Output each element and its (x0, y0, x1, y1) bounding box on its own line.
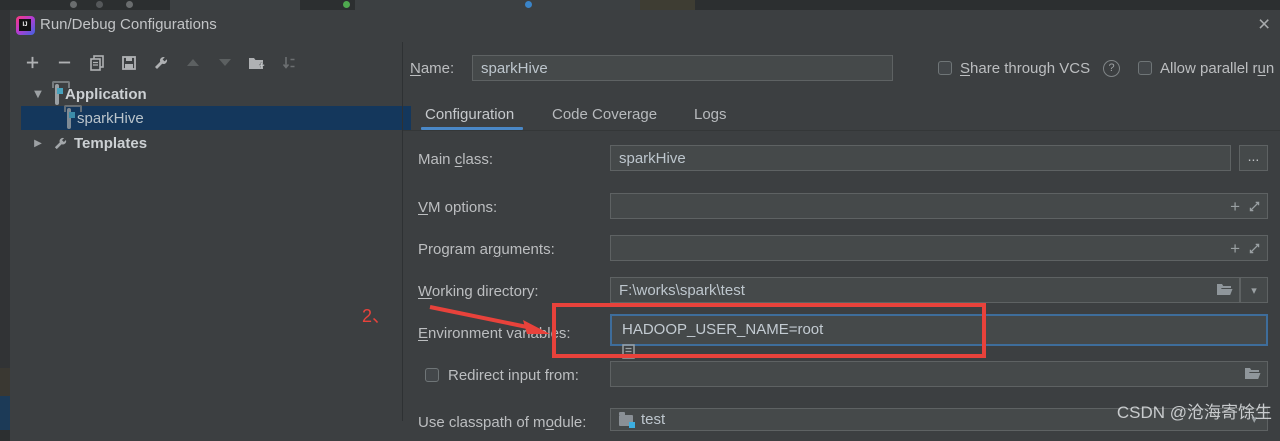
remove-icon[interactable] (56, 54, 73, 71)
tree-item-sparkhive-selected[interactable]: sparkHive (21, 106, 411, 130)
tab-logs[interactable]: Logs (694, 106, 727, 123)
background-icon (525, 1, 532, 8)
main-class-label: Main class: (418, 151, 494, 168)
environment-variables-input[interactable]: HADOOP_USER_NAME=root (610, 314, 1268, 359)
help-icon[interactable]: ? (1103, 60, 1120, 77)
intellij-logo-icon: IJ (16, 16, 35, 35)
background-icon (96, 1, 103, 8)
browse-variables-list-icon[interactable] (622, 344, 1256, 359)
background-icon (70, 1, 77, 8)
share-through-vcs-label: Share through VCS (960, 60, 1091, 77)
open-folder-icon[interactable] (1244, 367, 1261, 381)
close-icon[interactable]: × (1258, 14, 1270, 35)
templates-wrench-icon (53, 136, 68, 151)
application-type-icon (67, 107, 71, 129)
save-icon[interactable] (120, 54, 137, 71)
copy-icon[interactable] (88, 54, 105, 71)
panel-divider (402, 42, 403, 421)
sort-alphabetically-icon (280, 54, 297, 71)
program-arguments-input[interactable]: + (610, 235, 1268, 261)
working-directory-label: Working directory: (418, 283, 539, 300)
chevron-down-icon: ▾ (1251, 283, 1257, 297)
tree-item-application[interactable]: ▼ Application (21, 82, 411, 106)
redirect-input-checkbox[interactable] (425, 368, 439, 382)
background-ide-top-strip (0, 0, 1280, 10)
name-label: Name: (410, 60, 455, 77)
chevron-down-icon: ▾ (1251, 412, 1257, 426)
add-icon[interactable]: + (1230, 240, 1240, 257)
application-type-icon (55, 83, 59, 105)
configurations-toolbar (24, 54, 297, 71)
add-icon[interactable] (24, 54, 41, 71)
tree-item-label: sparkHive (77, 109, 144, 127)
edit-defaults-wrench-icon[interactable] (152, 54, 169, 71)
expand-field-icon[interactable] (1248, 242, 1261, 255)
redirect-input-label: Redirect input from: (448, 367, 579, 384)
tree-item-templates[interactable]: ▶ Templates (21, 131, 411, 155)
tabs-separator (403, 130, 1280, 131)
expand-field-icon[interactable] (1248, 200, 1261, 213)
dialog-title: Run/Debug Configurations (40, 16, 217, 33)
working-directory-input[interactable]: F:\works\spark\test (610, 277, 1240, 303)
move-down-icon (216, 54, 233, 71)
vm-options-input[interactable]: + (610, 193, 1268, 219)
browse-main-class-button[interactable]: ... (1239, 145, 1268, 171)
tab-configuration[interactable]: Configuration (425, 106, 514, 123)
redirect-input-input[interactable] (610, 361, 1268, 387)
module-icon (619, 412, 635, 428)
program-arguments-label: Program arguments: (418, 241, 555, 258)
name-input[interactable]: sparkHive (472, 55, 893, 81)
add-icon[interactable]: + (1230, 198, 1240, 215)
tab-code-coverage[interactable]: Code Coverage (552, 106, 657, 123)
background-icon (343, 1, 350, 8)
background-icon (126, 1, 133, 8)
vm-options-label: VM options: (418, 199, 498, 216)
environment-variables-label: Environment variables: (418, 325, 571, 342)
module-combobox[interactable]: test ▾ (610, 408, 1268, 431)
share-through-vcs-checkbox[interactable] (938, 61, 952, 75)
use-classpath-label: Use classpath of module: (418, 414, 587, 431)
background-ide-left-strip (0, 10, 10, 441)
chevron-collapsed-icon[interactable]: ▶ (31, 138, 45, 149)
working-directory-dropdown-button[interactable]: ▾ (1240, 277, 1268, 303)
allow-parallel-run-label: Allow parallel run (1160, 60, 1275, 77)
main-class-input[interactable]: sparkHive (610, 145, 1231, 171)
allow-parallel-run-checkbox[interactable] (1138, 61, 1152, 75)
tree-item-label: Application (65, 85, 147, 103)
chevron-expanded-icon[interactable]: ▼ (31, 89, 45, 100)
open-folder-icon[interactable] (1216, 283, 1233, 297)
move-up-icon (184, 54, 201, 71)
tree-item-label: Templates (74, 134, 148, 152)
new-folder-icon[interactable] (248, 54, 265, 71)
